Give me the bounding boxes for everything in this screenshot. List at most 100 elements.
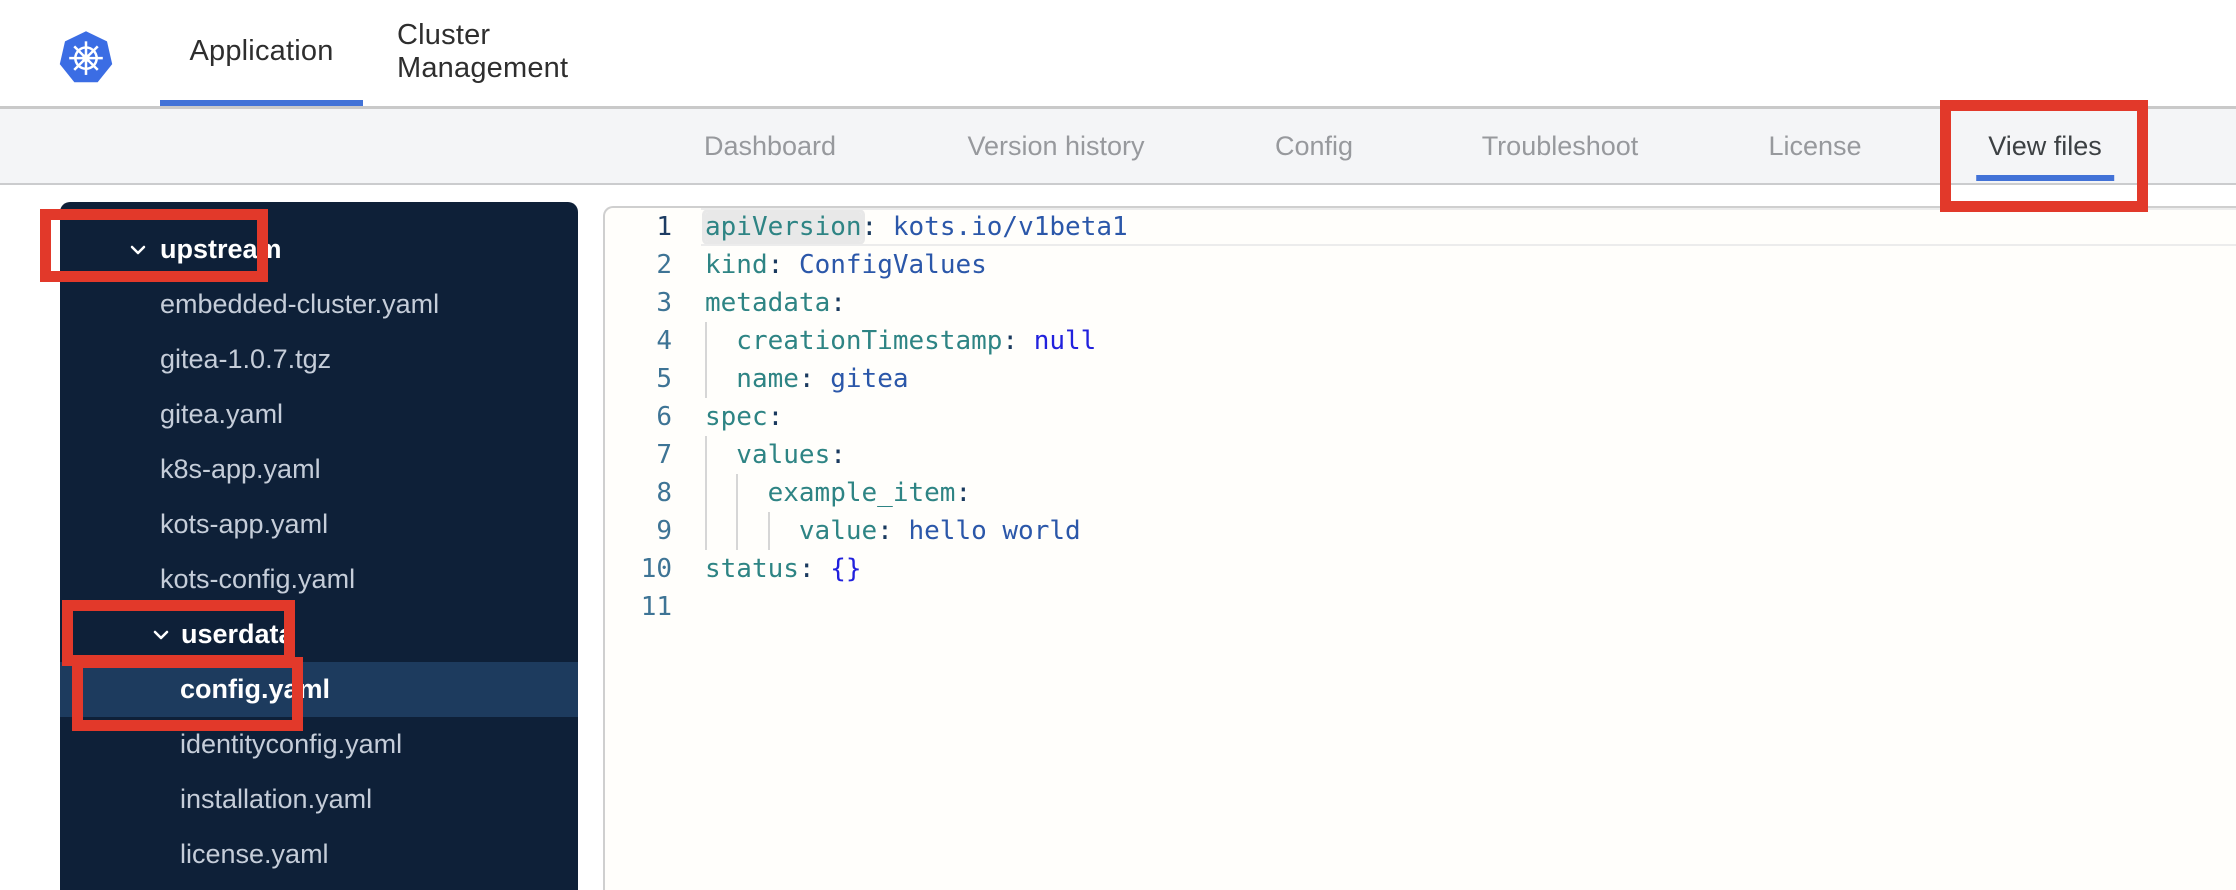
token-const: {}	[830, 554, 862, 584]
line-number: 1	[656, 212, 672, 242]
code-line-7[interactable]: 7 values:	[605, 436, 2236, 474]
token-val: ConfigValues	[798, 250, 987, 280]
tree-item-license-yaml[interactable]: license.yaml	[60, 827, 578, 882]
token-punct: :	[861, 212, 878, 242]
tree-item-kots-app-yaml[interactable]: kots-app.yaml	[60, 497, 578, 552]
code-line-content: kind: ConfigValues	[705, 246, 987, 284]
code-line-content: value: hello world	[705, 512, 1081, 550]
indent-guide	[767, 512, 799, 550]
nav-tab-version-history[interactable]: Version history	[967, 109, 1144, 183]
tree-item-k8s-app-yaml[interactable]: k8s-app.yaml	[60, 442, 578, 497]
code-line-6[interactable]: 6 spec:	[605, 398, 2236, 436]
token-key: name	[736, 364, 799, 394]
line-number: 7	[656, 440, 672, 470]
header-tab-application[interactable]: Application	[160, 0, 363, 106]
chevron-down-icon[interactable]	[149, 623, 173, 647]
code-line-4[interactable]: 4 creationTimestamp: null	[605, 322, 2236, 360]
tree-item-userdata[interactable]: userdata	[60, 607, 578, 662]
line-number: 10	[640, 554, 672, 584]
token-punct: :	[767, 402, 784, 432]
token-punct: :	[1002, 326, 1019, 356]
tree-item-identityconfig-yaml[interactable]: identityconfig.yaml	[60, 717, 578, 772]
line-number: 2	[656, 250, 672, 280]
code-line-content: spec:	[705, 398, 783, 436]
tree-item-upstream[interactable]: upstream	[60, 222, 578, 277]
token-key: spec	[705, 402, 768, 432]
code-line-2[interactable]: 2 kind: ConfigValues	[605, 246, 2236, 284]
file-tree: upstream embedded-cluster.yaml gitea-1.0.7…	[60, 222, 578, 882]
indent-guide	[705, 512, 736, 550]
line-number: 6	[656, 402, 672, 432]
code-line-5[interactable]: 5 name: gitea	[605, 360, 2236, 398]
indent-guide	[736, 474, 767, 512]
code-line-content: apiVersion: kots.io/v1beta1	[705, 208, 1128, 246]
tree-item-label: gitea.yaml	[160, 399, 284, 429]
token-punct: :	[830, 288, 846, 318]
tree-item-label: gitea-1.0.7.tgz	[160, 344, 332, 374]
token-punct: :	[877, 516, 893, 546]
tree-item-label: kots-app.yaml	[160, 509, 329, 539]
tree-item-label: identityconfig.yaml	[180, 729, 403, 759]
line-number: 8	[656, 478, 672, 508]
code-editor[interactable]: 1 apiVersion: kots.io/v1beta1 2 kind: Confi…	[603, 206, 2236, 890]
token-key: values	[736, 440, 831, 470]
tree-item-label: kots-config.yaml	[160, 564, 356, 594]
tree-item-config-yaml[interactable]: config.yaml	[60, 662, 578, 717]
tree-item-label: installation.yaml	[180, 784, 373, 814]
code-line-content: example_item:	[705, 474, 971, 512]
indent-guide	[705, 322, 736, 360]
line-number: 9	[656, 516, 672, 546]
token-punct: :	[767, 250, 784, 280]
nav-tab-troubleshoot[interactable]: Troubleshoot	[1482, 109, 1639, 183]
code-line-11[interactable]: 11	[605, 588, 2236, 626]
indent-guide	[705, 436, 736, 474]
token-const: null	[1033, 326, 1097, 356]
code-line-1[interactable]: 1 apiVersion: kots.io/v1beta1	[605, 208, 2236, 246]
code-line-content: creationTimestamp: null	[705, 322, 1096, 360]
chevron-down-icon[interactable]	[126, 238, 150, 262]
token-key: status	[705, 554, 799, 584]
code-line-8[interactable]: 8 example_item:	[605, 474, 2236, 512]
indent-guide	[705, 474, 736, 512]
nav-tab-view-files[interactable]: View files	[1976, 109, 2114, 183]
nav-tab-license[interactable]: License	[1768, 109, 1861, 183]
code-line-10[interactable]: 10 status: {}	[605, 550, 2236, 588]
token-key: kind	[705, 250, 768, 280]
file-tree-sidebar: upstream embedded-cluster.yaml gitea-1.0.7…	[60, 202, 578, 890]
token-key: metadata	[705, 288, 831, 318]
tree-item-label: config.yaml	[180, 674, 331, 704]
token-key: example_item	[767, 478, 956, 508]
indent-guide	[705, 360, 736, 398]
token-punct: :	[830, 440, 846, 470]
nav-tab-config[interactable]: Config	[1275, 109, 1353, 183]
code-line-content: status: {}	[705, 550, 862, 588]
token-punct: :	[798, 554, 815, 584]
code-lines: 1 apiVersion: kots.io/v1beta1 2 kind: Confi…	[605, 208, 2236, 626]
header-tab-cluster-management[interactable]: Cluster Management	[397, 0, 665, 103]
line-number: 11	[640, 592, 672, 622]
kubernetes-logo-icon	[58, 28, 114, 86]
tree-item-embedded-cluster-yaml[interactable]: embedded-cluster.yaml	[60, 277, 578, 332]
line-number: 3	[656, 288, 672, 318]
code-line-9[interactable]: 9 value: hello world	[605, 512, 2236, 550]
tree-item-gitea-yaml[interactable]: gitea.yaml	[60, 387, 578, 442]
tree-item-label: k8s-app.yaml	[160, 454, 321, 484]
token-key: creationTimestamp	[736, 326, 1003, 356]
tree-item-label: license.yaml	[180, 839, 329, 869]
token-val: kots.io/v1beta1	[892, 212, 1128, 242]
tree-item-installation-yaml[interactable]: installation.yaml	[60, 772, 578, 827]
app-nav-bar: Dashboard Version history Config Troublesho…	[0, 109, 2236, 185]
code-line-content: values:	[705, 436, 846, 474]
nav-tab-dashboard[interactable]: Dashboard	[704, 109, 836, 183]
token-val: hello world	[908, 516, 1081, 546]
tree-item-gitea-1-0-7-tgz[interactable]: gitea-1.0.7.tgz	[60, 332, 578, 387]
tree-item-kots-config-yaml[interactable]: kots-config.yaml	[60, 552, 578, 607]
code-line-3[interactable]: 3 metadata:	[605, 284, 2236, 322]
code-line-content: name: gitea	[705, 360, 909, 398]
